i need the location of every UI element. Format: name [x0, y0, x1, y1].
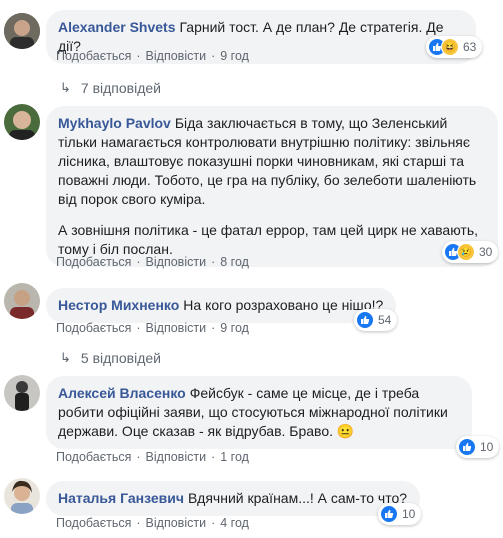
comment-time[interactable]: 9 год — [220, 49, 249, 63]
comment-author[interactable]: Нестор Михненко — [58, 297, 179, 313]
reaction-count: 10 — [402, 507, 416, 521]
sad-icon: 😢 — [457, 243, 475, 261]
comment-bubble: Нестор Михненко На кого розраховано це ні… — [46, 288, 396, 323]
like-button[interactable]: Подобається — [56, 450, 131, 464]
reaction-count: 30 — [479, 245, 493, 259]
comment-actions: Подобається · Відповісти · 9 год — [56, 49, 249, 63]
comment-text: На кого розраховано це ніщо!? — [183, 297, 384, 313]
haha-icon: 😆 — [441, 38, 459, 56]
avatar[interactable] — [4, 13, 40, 49]
comment-time[interactable]: 1 год — [220, 450, 249, 464]
replies-count: 7 відповідей — [80, 80, 161, 96]
comment-time[interactable]: 8 год — [220, 255, 249, 269]
like-icon — [380, 505, 398, 523]
comment-author[interactable]: Наталья Ганзевич — [58, 490, 184, 506]
comment-author[interactable]: Alexander Shvets — [58, 19, 176, 35]
like-button[interactable]: Подобається — [56, 321, 131, 335]
comment-author[interactable]: Алексей Власенко — [58, 385, 186, 401]
like-icon — [356, 311, 374, 329]
view-replies-link[interactable]: ↳ 7 відповідей — [60, 80, 161, 96]
comment-text-paragraph-2: А зовнішня політика - це фатал еррор, та… — [58, 222, 479, 257]
comment-actions: Подобається · Відповісти · 1 год — [56, 450, 249, 464]
comment-actions: Подобається · Відповісти · 9 год — [56, 321, 249, 335]
reaction-count: 63 — [463, 40, 477, 54]
comment-text: Вдячний країнам...! А сам-то что? — [188, 490, 408, 506]
avatar[interactable] — [4, 375, 40, 411]
like-button[interactable]: Подобається — [56, 255, 131, 269]
reaction-summary[interactable]: 10 — [456, 436, 500, 458]
comment-actions: Подобається · Відповісти · 8 год — [56, 255, 249, 269]
comment-bubble: Наталья Ганзевич Вдячний країнам...! А са… — [46, 481, 420, 516]
reply-button[interactable]: Відповісти — [146, 321, 207, 335]
replies-count: 5 відповідей — [80, 350, 161, 366]
reply-arrow-icon: ↳ — [60, 350, 71, 365]
comment-time[interactable]: 9 год — [220, 321, 249, 335]
reaction-summary[interactable]: 😆 63 — [426, 36, 483, 58]
avatar[interactable] — [4, 478, 40, 514]
reply-button[interactable]: Відповісти — [146, 516, 207, 530]
like-icon — [458, 438, 476, 456]
like-button[interactable]: Подобається — [56, 49, 131, 63]
reply-button[interactable]: Відповісти — [146, 49, 207, 63]
reaction-summary[interactable]: 10 — [378, 503, 422, 525]
comment-time[interactable]: 4 год — [220, 516, 249, 530]
comment-author[interactable]: Mykhaylo Pavlov — [58, 115, 171, 131]
reaction-summary[interactable]: 😢 30 — [442, 241, 499, 263]
avatar[interactable] — [4, 283, 40, 319]
reaction-summary[interactable]: 54 — [354, 309, 398, 331]
view-replies-link[interactable]: ↳ 5 відповідей — [60, 350, 161, 366]
reply-button[interactable]: Відповісти — [146, 255, 207, 269]
comment-bubble: Mykhaylo Pavlov Біда заключається в тому,… — [46, 106, 498, 267]
like-button[interactable]: Подобається — [56, 516, 131, 530]
reply-button[interactable]: Відповісти — [146, 450, 207, 464]
avatar[interactable] — [4, 104, 40, 140]
comment-bubble: Алексей Власенко Фейсбук - саме це місце,… — [46, 376, 472, 449]
reaction-count: 54 — [378, 313, 392, 327]
comment-actions: Подобається · Відповісти · 4 год — [56, 516, 249, 530]
reply-arrow-icon: ↳ — [60, 80, 71, 95]
reaction-count: 10 — [480, 440, 494, 454]
